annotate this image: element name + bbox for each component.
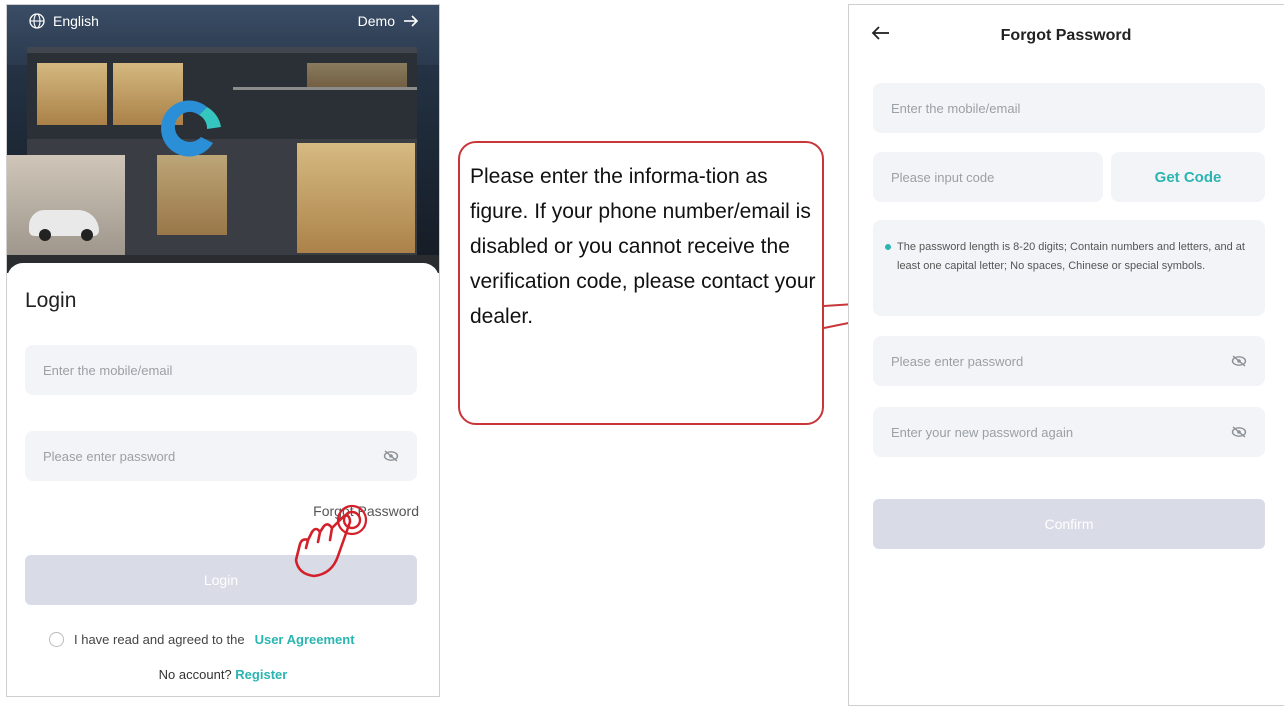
confirm-password-placeholder: Enter your new password again [891, 424, 1074, 440]
instruction-callout: Please enter the informa-tion as figure.… [458, 141, 824, 425]
account-input[interactable]: Enter the mobile/email [873, 83, 1265, 133]
language-label: English [53, 13, 99, 29]
code-placeholder: Please input code [891, 169, 995, 185]
account-input[interactable]: Enter the mobile/email [25, 345, 417, 395]
confirm-button[interactable]: Confirm [873, 499, 1265, 549]
forgot-password-phone-screen: Forgot Password Enter the mobile/email P… [848, 4, 1284, 706]
agreement-radio[interactable] [49, 632, 64, 647]
password-rule-box: The password length is 8-20 digits; Cont… [873, 220, 1265, 316]
eye-off-icon[interactable] [1231, 426, 1247, 438]
get-code-button[interactable]: Get Code [1111, 152, 1265, 202]
agreement-row: I have read and agreed to the User Agree… [49, 632, 355, 647]
user-agreement-link[interactable]: User Agreement [255, 632, 355, 647]
callout-text: Please enter the informa-tion as figure.… [470, 165, 816, 328]
page-title: Forgot Password [1000, 27, 1132, 44]
tap-hand-icon [294, 504, 368, 578]
eye-off-icon[interactable] [383, 450, 399, 462]
new-password-input[interactable]: Please enter password [873, 336, 1265, 386]
login-card: Login Enter the mobile/email Please ente… [7, 263, 439, 696]
demo-label: Demo [357, 13, 395, 29]
bullet-dot [885, 244, 891, 250]
account-placeholder: Enter the mobile/email [891, 100, 1021, 116]
eye-off-icon[interactable] [1231, 355, 1247, 367]
verification-code-input[interactable]: Please input code [873, 152, 1103, 202]
language-selector[interactable]: English [29, 13, 99, 29]
app-logo [161, 100, 221, 157]
demo-link[interactable]: Demo [358, 13, 419, 29]
register-link[interactable]: Register [235, 667, 287, 682]
login-top-bar: English Demo [7, 5, 439, 39]
arrow-right-icon [404, 15, 419, 27]
globe-icon [29, 13, 45, 29]
confirm-password-input[interactable]: Enter your new password again [873, 407, 1265, 457]
register-row: No account? Register [7, 667, 439, 682]
login-phone-screen: English Demo Login Enter the mobile/emai… [6, 4, 440, 697]
page-title: Login [25, 289, 77, 312]
password-placeholder: Please enter password [43, 448, 176, 464]
agreement-text: I have read and agreed to the [74, 632, 245, 647]
account-placeholder: Enter the mobile/email [43, 362, 173, 378]
no-account-text: No account? [158, 667, 232, 682]
new-password-placeholder: Please enter password [891, 353, 1024, 369]
password-input[interactable]: Please enter password [25, 431, 417, 481]
password-rule-text: The password length is 8-20 digits; Cont… [897, 241, 1245, 272]
